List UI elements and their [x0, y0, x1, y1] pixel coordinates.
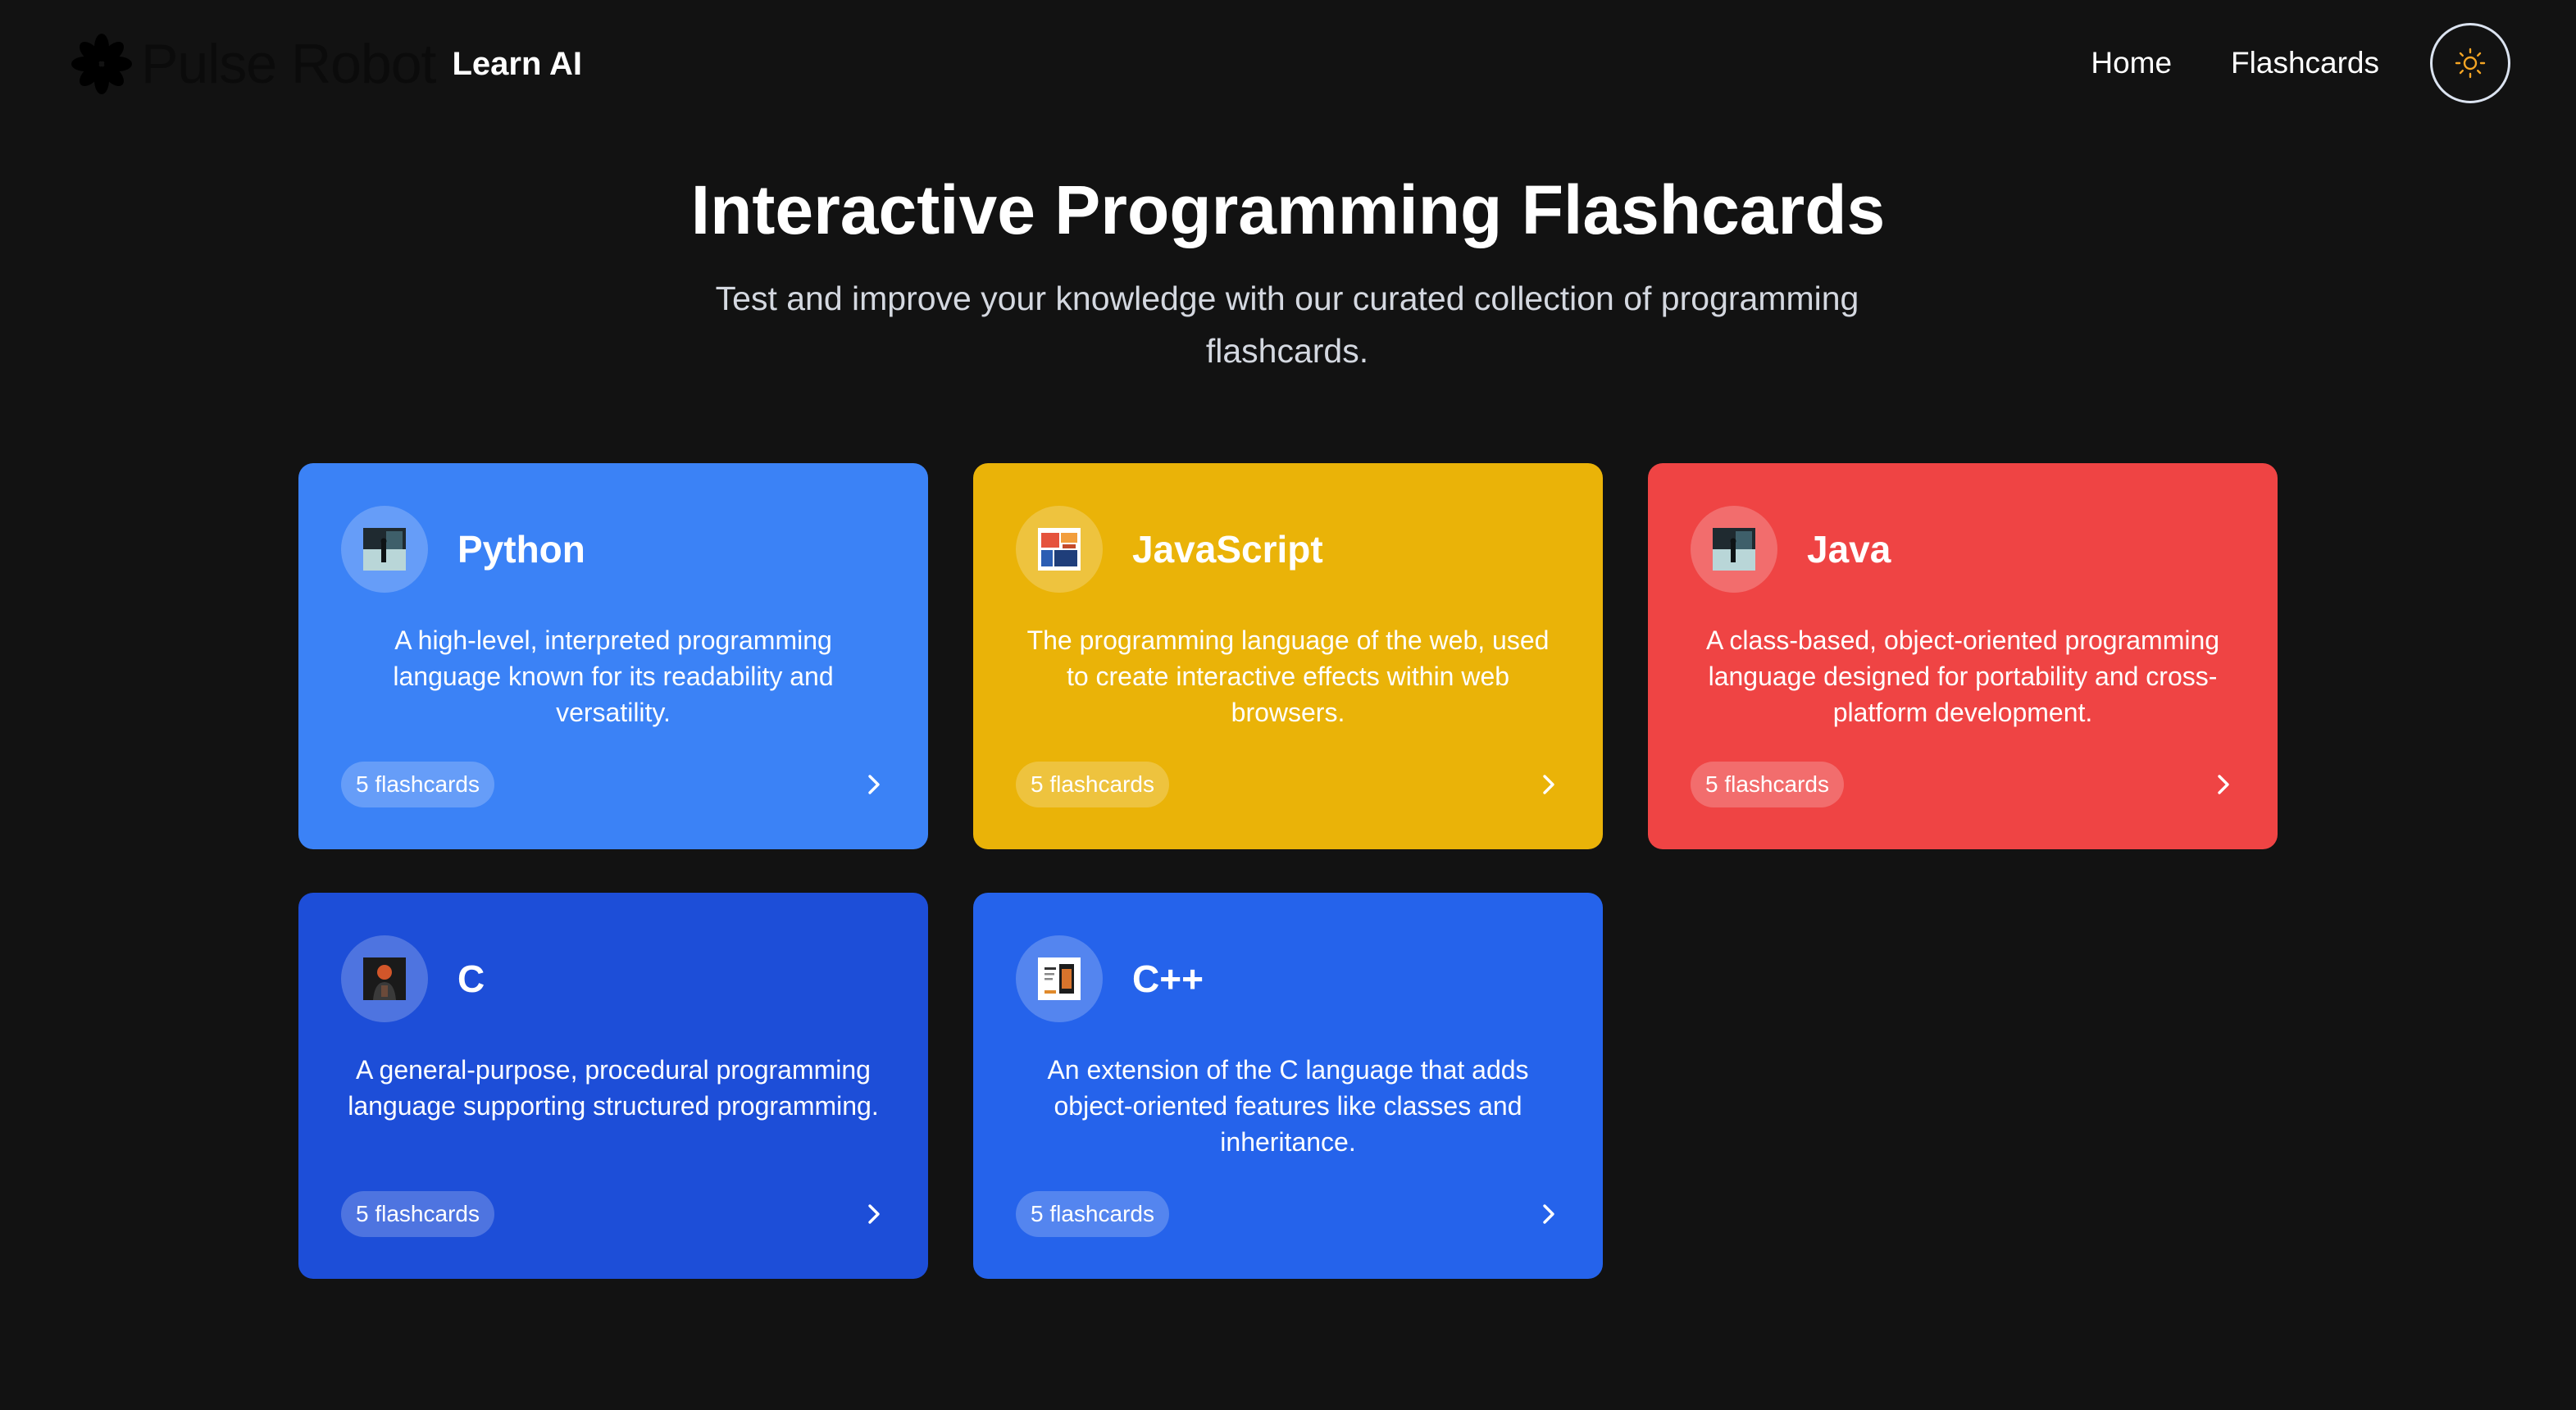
card-header: Python [341, 506, 585, 593]
card-header: C [341, 935, 485, 1022]
chevron-right-icon[interactable] [2204, 765, 2243, 804]
chevron-right-icon[interactable] [1529, 1194, 1568, 1234]
deck-description: An extension of the C language that adds… [1047, 1055, 1529, 1157]
deck-description: The programming language of the web, use… [1026, 625, 1550, 727]
deck-description: A general-purpose, procedural programmin… [348, 1055, 879, 1121]
page: Pulse Robot Learn AI Home Flashcards Int… [0, 0, 2576, 1410]
flashcard-deck-java[interactable]: Java A class-based, object-oriented prog… [1648, 463, 2278, 849]
nav-link-home[interactable]: Home [2091, 22, 2172, 104]
card-header: Java [1691, 506, 1891, 593]
flashcard-deck-c[interactable]: C A general-purpose, procedural programm… [298, 893, 928, 1279]
nav-link-flashcards[interactable]: Flashcards [2231, 22, 2379, 104]
page-subtitle: Test and improve your knowledge with our… [715, 280, 1859, 370]
deck-description: A high-level, interpreted programming la… [393, 625, 834, 727]
deck-avatar [1016, 506, 1103, 593]
deck-description: A class-based, object-oriented programmi… [1705, 625, 2220, 727]
brand[interactable]: Pulse Robot Learn AI [71, 31, 582, 97]
flashcard-deck-python[interactable]: Python A high-level, interpreted program… [298, 463, 928, 849]
flashcard-deck-cpp[interactable]: C++ An extension of the C language that … [973, 893, 1603, 1279]
deck-title: C++ [1132, 957, 1204, 1000]
deck-avatar [1691, 506, 1777, 593]
sun-icon [2455, 48, 2486, 79]
flashcard-count-badge: 5 flashcards [1016, 1191, 1169, 1237]
flashcard-count-badge: 5 flashcards [341, 1191, 494, 1237]
chevron-right-icon[interactable] [1529, 765, 1568, 804]
deck-title: Python [457, 528, 585, 571]
flashcard-count-badge: 5 flashcards [1691, 762, 1844, 807]
top-header: Pulse Robot Learn AI Home Flashcards [0, 0, 2576, 126]
deck-avatar [1016, 935, 1103, 1022]
brand-logo-text: Pulse Robot [141, 33, 436, 95]
person-at-window-thumbnail [363, 528, 406, 571]
flashcard-count-badge: 5 flashcards [1016, 762, 1169, 807]
brand-subtitle: Learn AI [452, 46, 583, 82]
flashcard-deck-javascript[interactable]: JavaScript The programming language of t… [973, 463, 1603, 849]
chevron-right-icon[interactable] [854, 1194, 894, 1234]
deck-avatar [341, 935, 428, 1022]
flashcard-count-badge: 5 flashcards [341, 762, 494, 807]
deck-avatar [341, 506, 428, 593]
poster-thumbnail [1038, 957, 1081, 1000]
portrait-thumbnail [363, 957, 406, 1000]
collage-thumbnail [1038, 528, 1081, 571]
chevron-right-icon[interactable] [854, 765, 894, 804]
person-at-window-thumbnail [1713, 528, 1755, 571]
page-title: Interactive Programming Flashcards [690, 171, 1886, 248]
main-nav: Home Flashcards [2091, 21, 2510, 105]
deck-title: Java [1807, 528, 1891, 571]
card-header: C++ [1016, 935, 1204, 1022]
theme-toggle-button[interactable] [2430, 23, 2510, 103]
deck-title: C [457, 957, 485, 1000]
card-header: JavaScript [1016, 506, 1323, 593]
asterisk-logo-icon [71, 34, 132, 94]
deck-title: JavaScript [1132, 528, 1323, 571]
